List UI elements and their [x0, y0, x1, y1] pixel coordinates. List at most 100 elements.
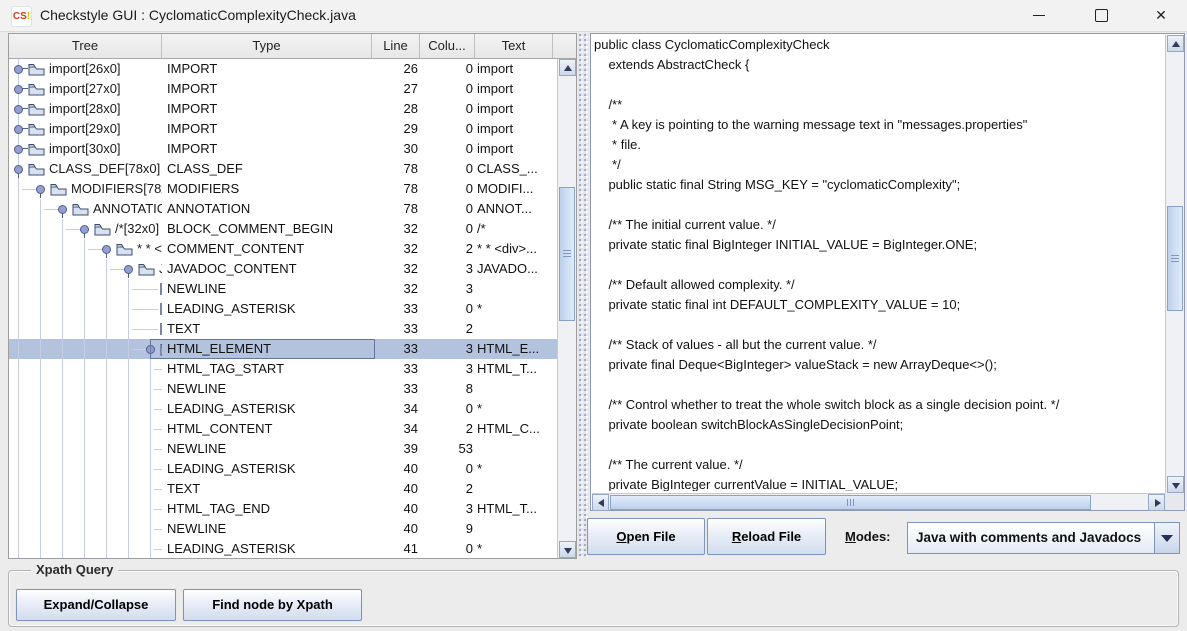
- folder-icon: [116, 242, 133, 259]
- modes-combobox[interactable]: Java with comments and Javadocs: [907, 522, 1180, 554]
- table-row[interactable]: ANNOTATICANNOTATION780ANNOT...: [9, 199, 557, 219]
- table-row[interactable]: NEWLINE323: [9, 279, 557, 299]
- scroll-right-button[interactable]: [1148, 494, 1165, 511]
- table-row[interactable]: import[27x0]IMPORT270import: [9, 79, 557, 99]
- minimize-button[interactable]: [1016, 0, 1062, 31]
- tree-guide-line: [62, 259, 63, 279]
- table-row[interactable]: LEADING_ASTERISK330*: [9, 299, 557, 319]
- column-header-tree[interactable]: Tree: [9, 34, 162, 58]
- tree-guide-line: [62, 499, 63, 519]
- tree-guide-line: [128, 499, 129, 519]
- column-cell: 0: [421, 459, 473, 479]
- folder-icon: [94, 222, 111, 239]
- find-node-by-xpath-button[interactable]: Find node by Xpath: [183, 589, 362, 621]
- tree-guide-line: [106, 539, 107, 558]
- table-row[interactable]: /*[32x0]BLOCK_COMMENT_BEGIN320/*: [9, 219, 557, 239]
- code-horizontal-scrollbar[interactable]: [592, 493, 1165, 510]
- scroll-down-button[interactable]: [559, 541, 576, 558]
- table-scrollbar-thumb[interactable]: [559, 187, 575, 321]
- table-row[interactable]: TEXT332: [9, 319, 557, 339]
- text-cell: import: [477, 119, 513, 139]
- tree-guide-line: [150, 419, 151, 439]
- leaf-icon-sliver: [160, 283, 162, 295]
- table-row[interactable]: HTML_ELEMENT333HTML_E...: [9, 339, 557, 359]
- tree-connector: [66, 229, 80, 230]
- table-row[interactable]: TEXT402: [9, 479, 557, 499]
- table-row[interactable]: LEADING_ASTERISK340*: [9, 399, 557, 419]
- expand-collapse-button[interactable]: Expand/Collapse: [16, 589, 176, 621]
- scroll-down-button[interactable]: [1167, 476, 1184, 493]
- tree-guide-line: [84, 299, 85, 319]
- table-row[interactable]: NEWLINE338: [9, 379, 557, 399]
- maximize-icon: [1095, 9, 1108, 22]
- tree-toggle-icon[interactable]: [14, 105, 23, 114]
- tree-toggle-icon[interactable]: [14, 85, 23, 94]
- table-row[interactable]: import[30x0]IMPORT300import: [9, 139, 557, 159]
- tree-node-label: * * <: [137, 239, 162, 259]
- table-row[interactable]: import[26x0]IMPORT260import: [9, 59, 557, 79]
- column-header-line[interactable]: Line: [372, 34, 420, 58]
- table-vertical-scrollbar[interactable]: [557, 59, 576, 558]
- column-header-column[interactable]: Colu...: [420, 34, 475, 58]
- window-title: Checkstyle GUI : CyclomaticComplexityChe…: [40, 0, 356, 31]
- maximize-button[interactable]: [1078, 0, 1124, 31]
- table-row[interactable]: CLASS_DEF[78x0]CLASS_DEF780CLASS_...: [9, 159, 557, 179]
- scroll-up-button[interactable]: [1167, 35, 1184, 52]
- tree-guide-line: [62, 299, 63, 319]
- tree-guide-line: [150, 399, 151, 419]
- tree-guide-line: [84, 399, 85, 419]
- xpath-query-group: Xpath Query Expand/Collapse Find node by…: [8, 570, 1179, 627]
- source-code-pane: public class CyclomaticComplexityCheck e…: [590, 33, 1185, 511]
- table-row[interactable]: LEADING_ASTERISK400*: [9, 459, 557, 479]
- table-row[interactable]: * * <COMMENT_CONTENT322* * <div>...: [9, 239, 557, 259]
- title-bar[interactable]: CS! Checkstyle GUI : CyclomaticComplexit…: [0, 0, 1187, 32]
- modes-selected-value: Java with comments and Javadocs: [916, 523, 1141, 553]
- modes-label: Modes:: [845, 518, 891, 555]
- type-cell: NEWLINE: [167, 439, 226, 459]
- code-scrollbar-thumb[interactable]: [1167, 206, 1183, 311]
- type-cell: MODIFIERS: [167, 179, 239, 199]
- tree-guide-line: [40, 519, 41, 539]
- table-row[interactable]: HTML_TAG_END403HTML_T...: [9, 499, 557, 519]
- tree-toggle-icon[interactable]: [14, 145, 23, 154]
- column-header-type[interactable]: Type: [162, 34, 372, 58]
- source-code-text[interactable]: public class CyclomaticComplexityCheck e…: [594, 35, 1164, 491]
- table-row[interactable]: import[28x0]IMPORT280import: [9, 99, 557, 119]
- tree-guide-line: [40, 279, 41, 299]
- scroll-up-button[interactable]: [559, 59, 576, 76]
- table-row[interactable]: NEWLINE3953: [9, 439, 557, 459]
- table-row[interactable]: LEADING_ASTERISK410*: [9, 539, 557, 558]
- tree-guide-line: [18, 259, 19, 279]
- combobox-arrow-button[interactable]: [1154, 523, 1179, 553]
- tree-guide-line: [128, 399, 129, 419]
- tree-node-label: /*[32x0]: [115, 219, 159, 239]
- text-cell: *: [477, 299, 482, 319]
- tree-cell: * * <: [9, 239, 162, 259]
- tree-connector: [22, 189, 36, 190]
- tree-guide-line: [128, 319, 129, 339]
- reload-file-button[interactable]: Reload File: [707, 518, 826, 555]
- code-vertical-scrollbar[interactable]: [1165, 35, 1184, 493]
- tree-guide-line: [18, 439, 19, 459]
- close-button[interactable]: ✕: [1138, 0, 1184, 31]
- tree-toggle-icon[interactable]: [14, 125, 23, 134]
- line-cell: 33: [373, 299, 418, 319]
- chevron-down-icon: [1161, 535, 1173, 542]
- tree-toggle-icon[interactable]: [14, 65, 23, 74]
- tree-cell: [9, 299, 162, 319]
- table-row[interactable]: JJAVADOC_CONTENT323JAVADO...: [9, 259, 557, 279]
- tree-connector: [132, 329, 158, 330]
- open-file-button[interactable]: Open File: [587, 518, 705, 555]
- tree-guide-line: [62, 319, 63, 339]
- tree-connector: [132, 289, 158, 290]
- column-header-text[interactable]: Text: [475, 34, 553, 58]
- code-hscrollbar-thumb[interactable]: [610, 495, 1091, 510]
- table-row[interactable]: import[29x0]IMPORT290import: [9, 119, 557, 139]
- folder-icon: [50, 182, 67, 199]
- table-row[interactable]: NEWLINE409: [9, 519, 557, 539]
- table-row[interactable]: MODIFIERS[78xMODIFIERS780MODIFI...: [9, 179, 557, 199]
- split-pane-divider[interactable]: [578, 33, 589, 557]
- table-row[interactable]: HTML_CONTENT342HTML_C...: [9, 419, 557, 439]
- table-row[interactable]: HTML_TAG_START333HTML_T...: [9, 359, 557, 379]
- scroll-left-button[interactable]: [592, 494, 609, 511]
